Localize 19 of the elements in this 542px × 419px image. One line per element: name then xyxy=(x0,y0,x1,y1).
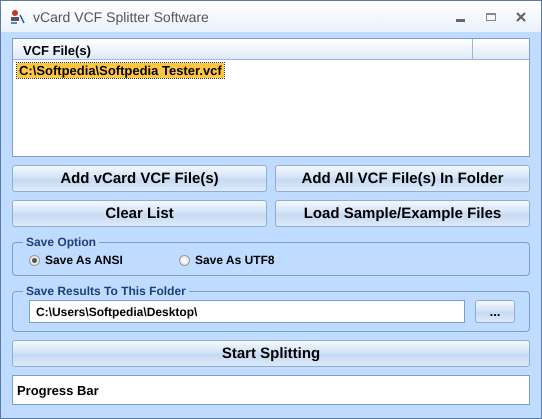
window-title: vCard VCF Splitter Software xyxy=(33,8,210,24)
radio-label[interactable]: Save As UTF8 xyxy=(195,253,275,267)
close-icon[interactable] xyxy=(515,10,527,22)
group-title: Save Option xyxy=(25,235,98,249)
radio-button[interactable] xyxy=(29,254,40,266)
start-button[interactable]: Start Splitting xyxy=(12,340,530,367)
action-button[interactable]: Load Sample/Example Files xyxy=(275,200,530,227)
radio-button[interactable] xyxy=(179,254,190,266)
action-button[interactable]: Clear List xyxy=(12,200,267,227)
progress-label: Progress Bar xyxy=(17,382,99,398)
action-button[interactable]: Add vCard VCF File(s) xyxy=(12,165,267,192)
group-title: Save Results To This Folder xyxy=(25,284,187,298)
radio-label[interactable]: Save As ANSI xyxy=(45,253,123,267)
folder-path-field[interactable]: C:\Users\Softpedia\Desktop\ xyxy=(29,300,465,323)
action-button[interactable]: Add All VCF File(s) In Folder xyxy=(275,165,530,192)
app-icon xyxy=(9,8,25,24)
file-list[interactable]: VCF File(s) C:\Softpedia\Softpedia Tester.vcf xyxy=(12,38,530,157)
browse-button[interactable]: ... xyxy=(475,300,515,323)
file-row[interactable]: C:\Softpedia\Softpedia Tester.vcf xyxy=(17,63,224,78)
